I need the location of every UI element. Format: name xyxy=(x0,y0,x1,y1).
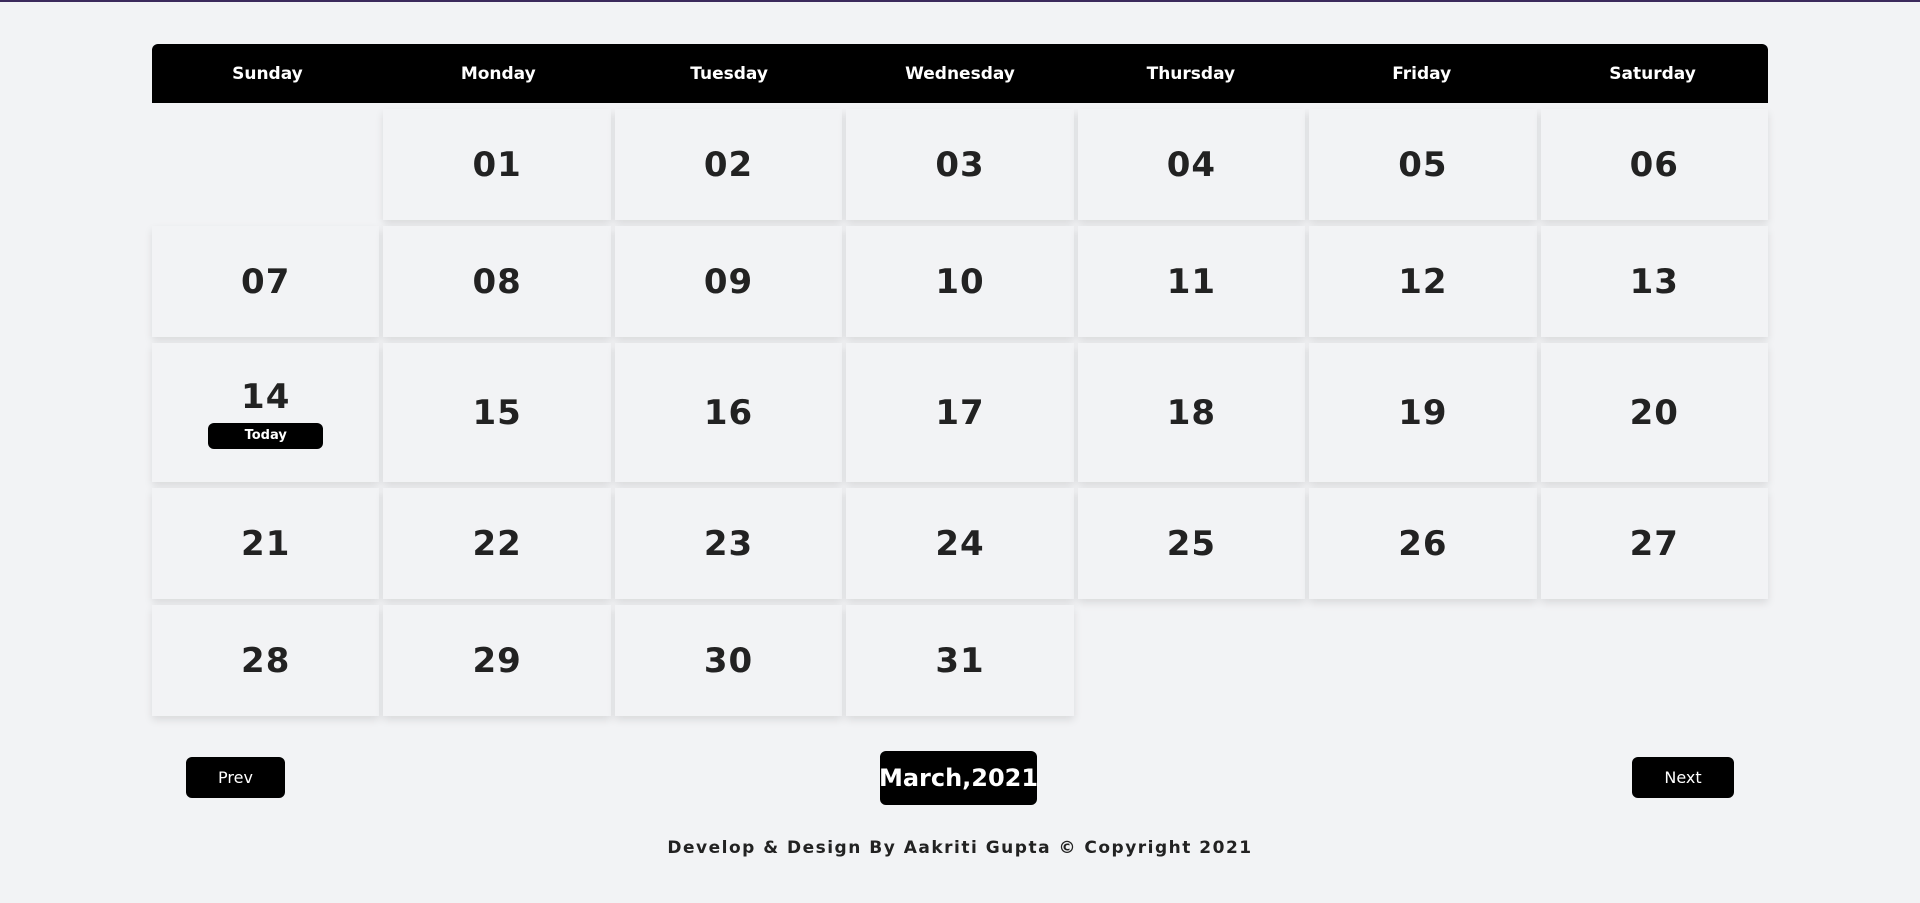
prev-month-button[interactable]: Prev xyxy=(186,757,285,798)
day-number: 01 xyxy=(472,144,522,185)
day-number: 28 xyxy=(241,640,291,681)
days-grid: 01 02 03 04 05 06 07 08 09 10 11 12 13 14 Today 15 16 17 1… xyxy=(152,103,1768,716)
day-number: 24 xyxy=(935,523,985,564)
empty-day-cell xyxy=(152,109,379,220)
day-cell[interactable]: 14 Today xyxy=(152,343,380,482)
weekday-sunday: Sunday xyxy=(232,63,303,84)
day-cell[interactable]: 20 xyxy=(1540,343,1768,482)
calendar-controls: Prev March,2021 Next xyxy=(152,750,1768,806)
today-badge: Today xyxy=(208,422,324,449)
day-cell[interactable]: 12 xyxy=(1309,226,1537,337)
day-cell[interactable]: 10 xyxy=(846,226,1074,337)
next-month-button[interactable]: Next xyxy=(1632,757,1734,798)
day-number: 20 xyxy=(1629,392,1679,433)
day-cell[interactable]: 27 xyxy=(1540,488,1768,599)
day-cell[interactable]: 26 xyxy=(1309,488,1537,599)
day-number: 15 xyxy=(472,392,522,433)
day-cell[interactable]: 29 xyxy=(383,605,611,716)
day-number: 16 xyxy=(703,392,754,433)
top-accent-line xyxy=(0,0,1920,2)
day-number: 03 xyxy=(935,144,985,185)
day-number: 13 xyxy=(1629,261,1679,302)
day-number: 11 xyxy=(1166,261,1217,302)
day-cell[interactable]: 07 xyxy=(152,226,380,337)
weekday-friday: Friday xyxy=(1392,63,1452,84)
day-cell[interactable]: 08 xyxy=(383,226,611,337)
day-cell[interactable]: 30 xyxy=(614,605,843,716)
day-number: 17 xyxy=(935,392,985,433)
day-number: 12 xyxy=(1398,261,1448,302)
day-cell[interactable]: 17 xyxy=(846,343,1074,482)
day-cell[interactable]: 19 xyxy=(1309,343,1537,482)
day-cell[interactable]: 25 xyxy=(1077,488,1306,599)
day-cell[interactable]: 22 xyxy=(383,488,611,599)
current-month-label: March,2021 xyxy=(879,751,1038,805)
day-number: 26 xyxy=(1398,523,1448,564)
day-number: 25 xyxy=(1166,523,1217,564)
day-cell[interactable]: 28 xyxy=(152,605,380,716)
day-cell[interactable]: 24 xyxy=(846,488,1074,599)
calendar: Sunday Monday Tuesday Wednesday Thursday… xyxy=(152,44,1768,716)
day-number: 23 xyxy=(703,523,754,564)
day-number: 09 xyxy=(703,261,754,302)
day-number: 10 xyxy=(935,261,985,302)
day-cell[interactable]: 18 xyxy=(1077,343,1306,482)
weekday-tuesday: Tuesday xyxy=(690,63,768,84)
day-number: 29 xyxy=(472,640,522,681)
day-cell[interactable]: 03 xyxy=(846,109,1074,220)
day-cell[interactable]: 05 xyxy=(1309,109,1537,220)
day-number: 05 xyxy=(1398,144,1448,185)
day-cell[interactable]: 16 xyxy=(614,343,843,482)
day-cell[interactable]: 09 xyxy=(614,226,843,337)
day-number: 30 xyxy=(703,640,754,681)
weekday-saturday: Saturday xyxy=(1609,63,1696,84)
day-cell[interactable]: 02 xyxy=(614,109,843,220)
weekday-wednesday: Wednesday xyxy=(905,63,1015,84)
day-number: 04 xyxy=(1166,144,1217,185)
weekday-thursday: Thursday xyxy=(1146,63,1236,84)
day-number: 14 xyxy=(241,376,291,417)
day-number: 07 xyxy=(241,261,291,302)
day-cell[interactable]: 01 xyxy=(383,109,611,220)
day-number: 31 xyxy=(935,640,985,681)
day-cell[interactable]: 21 xyxy=(152,488,380,599)
footer-credit: Develop & Design By Aakriti Gupta © Copy… xyxy=(667,838,1253,858)
weekday-header: Sunday Monday Tuesday Wednesday Thursday… xyxy=(152,44,1768,103)
day-number: 08 xyxy=(472,261,522,302)
day-cell[interactable]: 23 xyxy=(614,488,843,599)
day-cell[interactable]: 04 xyxy=(1077,109,1306,220)
day-cell[interactable]: 06 xyxy=(1540,109,1768,220)
day-cell[interactable]: 15 xyxy=(383,343,611,482)
day-number: 22 xyxy=(472,523,522,564)
day-number: 18 xyxy=(1166,392,1217,433)
day-number: 27 xyxy=(1629,523,1679,564)
day-number: 21 xyxy=(241,523,291,564)
day-number: 06 xyxy=(1629,144,1679,185)
day-cell[interactable]: 31 xyxy=(846,605,1074,716)
day-cell[interactable]: 11 xyxy=(1077,226,1306,337)
day-number: 02 xyxy=(703,144,754,185)
day-cell[interactable]: 13 xyxy=(1540,226,1768,337)
weekday-monday: Monday xyxy=(460,63,536,84)
day-number: 19 xyxy=(1398,392,1448,433)
